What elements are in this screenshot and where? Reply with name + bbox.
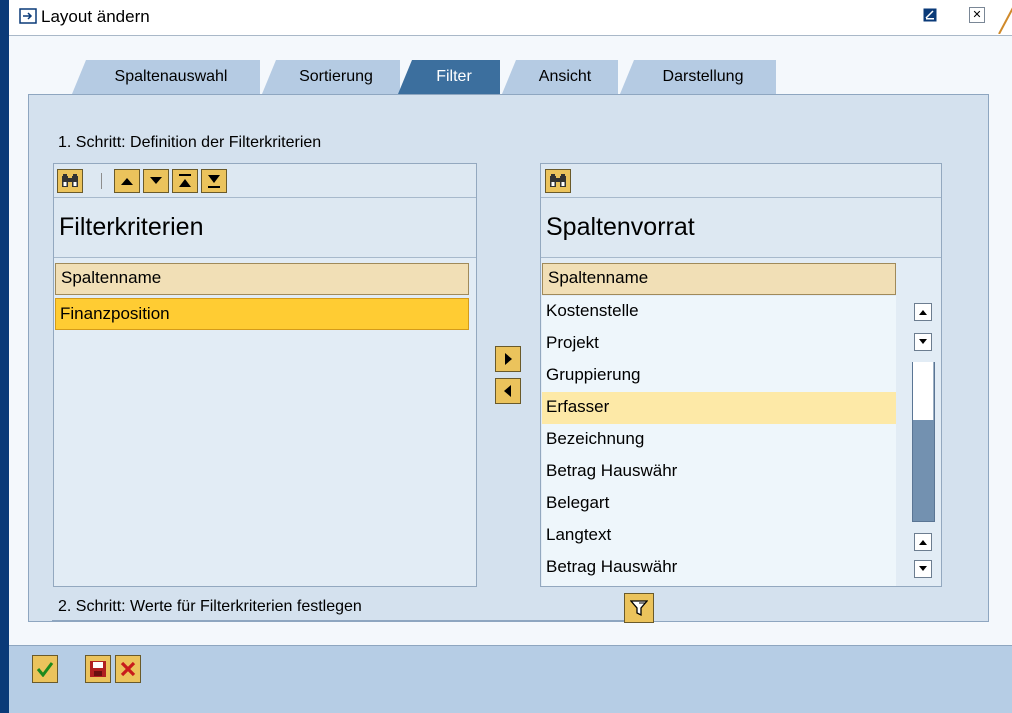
arrow-right-icon[interactable] bbox=[495, 346, 521, 372]
list-item[interactable]: Kostenstelle bbox=[542, 296, 896, 328]
right-column-header[interactable]: Spaltenname bbox=[542, 263, 896, 295]
arrow-bottom-icon[interactable] bbox=[201, 169, 227, 193]
list-item[interactable]: Betrag Hauswähr bbox=[542, 552, 896, 584]
right-toolbar bbox=[541, 164, 941, 198]
step2-divider bbox=[52, 620, 652, 621]
title-bar-corner bbox=[997, 2, 1012, 35]
dialog-footer bbox=[9, 645, 1012, 713]
checkmark-icon[interactable] bbox=[32, 655, 58, 683]
close-icon[interactable]: ✕ bbox=[969, 7, 985, 23]
window-layout-icon bbox=[19, 8, 37, 24]
tab-label: Spaltenauswahl bbox=[114, 68, 228, 85]
tab-label: Filter bbox=[436, 68, 472, 85]
spaltenvorrat-list: Kostenstelle Projekt Gruppierung Erfasse… bbox=[542, 296, 896, 586]
title-bar: Layout ändern ✕ bbox=[9, 0, 1012, 36]
page-down-icon[interactable] bbox=[914, 560, 932, 578]
toolbar-separator bbox=[101, 173, 102, 189]
tab-label: Ansicht bbox=[538, 68, 592, 85]
tab-darstellung[interactable]: Darstellung bbox=[620, 60, 776, 94]
filterkriterien-title: Filterkriterien bbox=[59, 213, 204, 241]
tab-label: Darstellung bbox=[662, 68, 744, 85]
filterkriterien-list: Finanzposition bbox=[55, 296, 469, 586]
scroll-up-icon[interactable] bbox=[914, 303, 932, 321]
binoculars-icon[interactable] bbox=[57, 169, 83, 193]
tab-label: Sortierung bbox=[299, 68, 373, 85]
arrow-left-icon[interactable] bbox=[495, 378, 521, 404]
list-item[interactable]: Betrag Hauswähr bbox=[542, 456, 896, 488]
left-column-header[interactable]: Spaltenname bbox=[55, 263, 469, 295]
binoculars-icon[interactable] bbox=[545, 169, 571, 193]
arrow-up-icon[interactable] bbox=[114, 169, 140, 193]
arrow-down-icon[interactable] bbox=[143, 169, 169, 193]
list-item[interactable]: Erfasser bbox=[542, 392, 896, 424]
window-title: Layout ändern bbox=[41, 7, 150, 26]
arrow-top-icon[interactable] bbox=[172, 169, 198, 193]
cancel-icon[interactable] bbox=[115, 655, 141, 683]
tab-spaltenauswahl[interactable]: Spaltenauswahl bbox=[72, 60, 260, 94]
spaltenvorrat-title: Spaltenvorrat bbox=[546, 213, 695, 241]
minimize-icon[interactable] bbox=[922, 7, 938, 23]
list-item[interactable]: Gruppierung bbox=[542, 360, 896, 392]
scroll-down-icon[interactable] bbox=[914, 333, 932, 351]
list-item[interactable]: Bezeichnung bbox=[542, 424, 896, 456]
tab-ansicht[interactable]: Ansicht bbox=[502, 60, 618, 94]
scrollbar-thumb[interactable] bbox=[913, 362, 934, 420]
step1-label: 1. Schritt: Definition der Filterkriteri… bbox=[58, 134, 322, 151]
step2-label: 2. Schritt: Werte für Filterkriterien fe… bbox=[58, 598, 362, 615]
window-left-border bbox=[0, 0, 9, 713]
tab-filter[interactable]: Filter bbox=[398, 60, 500, 94]
filter-icon[interactable] bbox=[624, 593, 654, 623]
tab-sortierung[interactable]: Sortierung bbox=[262, 60, 400, 94]
list-item[interactable]: Finanzposition bbox=[55, 298, 469, 330]
list-item[interactable]: Projekt bbox=[542, 328, 896, 360]
list-item[interactable]: Langtext bbox=[542, 520, 896, 552]
list-item[interactable]: Belegart bbox=[542, 488, 896, 520]
save-icon[interactable] bbox=[85, 655, 111, 683]
page-up-icon[interactable] bbox=[914, 533, 932, 551]
